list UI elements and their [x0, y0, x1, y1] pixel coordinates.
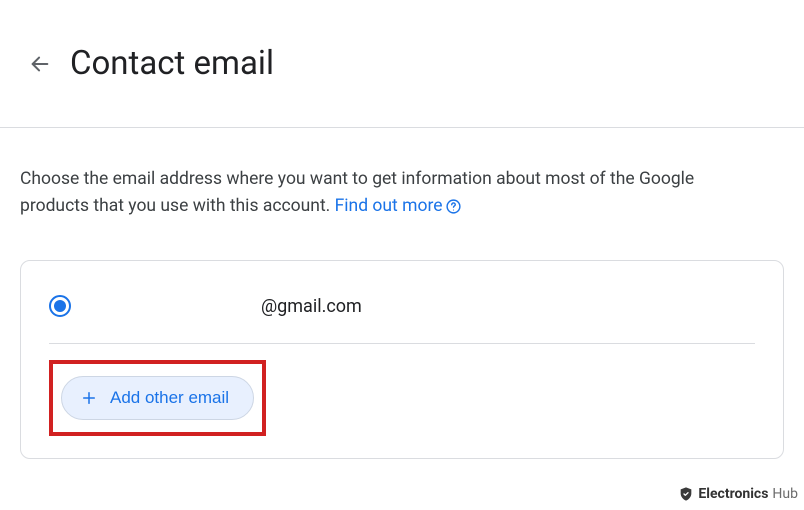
radio-inner-dot: [54, 300, 66, 312]
help-icon: [445, 198, 462, 215]
plus-icon: [80, 389, 98, 407]
back-button[interactable]: [20, 44, 60, 84]
email-options-card: @gmail.com Add other email: [20, 260, 784, 459]
page-title: Contact email: [70, 44, 274, 83]
shield-check-icon: [678, 486, 694, 502]
add-button-label: Add other email: [110, 388, 229, 408]
email-option-row[interactable]: @gmail.com: [49, 275, 755, 344]
arrow-left-icon: [29, 53, 51, 75]
watermark-brand2: Hub: [772, 486, 798, 502]
email-value: @gmail.com: [261, 296, 362, 317]
description-text: Choose the email address where you want …: [20, 166, 740, 220]
page-header: Contact email: [0, 0, 804, 128]
find-out-more-link[interactable]: Find out more: [335, 196, 462, 216]
content-area: Choose the email address where you want …: [0, 128, 804, 459]
highlight-annotation: Add other email: [49, 360, 266, 436]
watermark-brand1: Electronics: [698, 486, 768, 502]
watermark: Electronics Hub: [678, 486, 798, 502]
add-other-email-button[interactable]: Add other email: [61, 376, 254, 420]
radio-selected[interactable]: [49, 295, 71, 317]
